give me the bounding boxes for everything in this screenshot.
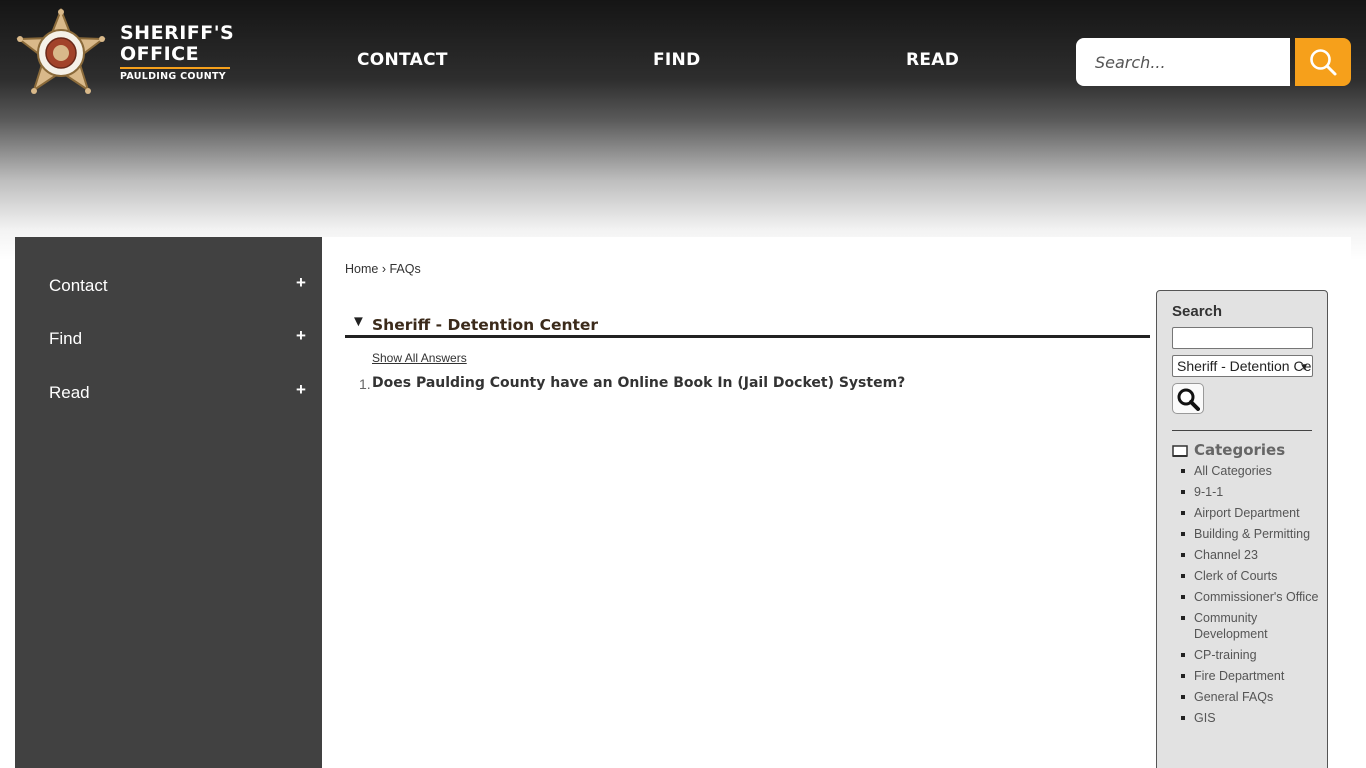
site-search-button[interactable] [1295, 38, 1351, 86]
category-select-value: Sheriff - Detention Center [1177, 358, 1312, 374]
nav-contact[interactable]: CONTACT [357, 50, 448, 70]
faq-question-number: 1. [359, 376, 371, 392]
faq-search-panel: Search Sheriff - Detention Center ▼ Cate… [1156, 290, 1328, 768]
book-icon [1172, 445, 1188, 457]
logo-line2: OFFICE [120, 43, 200, 65]
sidebar-item-contact[interactable]: Contact + [15, 267, 322, 307]
nav-find[interactable]: FIND [653, 50, 700, 70]
faq-section-header[interactable]: ▼ Sheriff - Detention Center [345, 313, 1150, 338]
panel-divider [1172, 430, 1312, 431]
logo-line1: SHERIFF'S [120, 22, 235, 44]
sidebar-item-label: Read [49, 383, 90, 402]
logo-divider [120, 67, 230, 69]
breadcrumb-home[interactable]: Home [345, 262, 378, 276]
categories-title: Categories [1194, 441, 1286, 459]
sidebar: Contact + Find + Read + [15, 237, 322, 768]
search-icon [1177, 388, 1200, 411]
faq-section-title[interactable]: Sheriff - Detention Center [372, 316, 598, 334]
show-all-answers-link[interactable]: Show All Answers [372, 351, 467, 365]
expand-icon[interactable]: + [296, 273, 306, 293]
panel-search-label: Search [1172, 303, 1223, 320]
category-link[interactable]: Community Development [1181, 610, 1321, 642]
category-link[interactable]: General FAQs [1181, 689, 1321, 705]
category-link[interactable]: 9-1-1 [1181, 484, 1321, 500]
category-link[interactable]: GIS [1181, 710, 1321, 726]
breadcrumb-current: FAQs [389, 262, 421, 276]
sheriff-star-badge-icon [16, 8, 106, 94]
category-select[interactable]: Sheriff - Detention Center ▼ [1172, 355, 1313, 377]
category-link[interactable]: Building & Permitting [1181, 526, 1321, 542]
category-link[interactable]: Airport Department [1181, 505, 1321, 521]
expand-icon[interactable]: + [296, 326, 306, 346]
site-search-input[interactable] [1076, 38, 1290, 86]
sidebar-item-label: Find [49, 329, 83, 348]
sidebar-item-label: Contact [49, 276, 108, 295]
category-link[interactable]: Commissioner's Office [1181, 589, 1321, 605]
search-icon [1310, 49, 1337, 76]
expand-icon[interactable]: + [296, 380, 306, 400]
category-list: All Categories 9-1-1 Airport Department … [1181, 463, 1321, 731]
category-link[interactable]: Channel 23 [1181, 547, 1321, 563]
faq-search-button[interactable] [1172, 383, 1204, 414]
collapse-arrow-icon[interactable]: ▼ [351, 313, 366, 330]
logo-subtitle: PAULDING COUNTY [120, 71, 226, 82]
sidebar-item-read[interactable]: Read + [15, 374, 322, 414]
chevron-down-icon: ▼ [1299, 362, 1309, 373]
sidebar-item-find[interactable]: Find + [15, 320, 322, 360]
breadcrumb: Home › FAQs [345, 262, 421, 276]
category-link[interactable]: Fire Department [1181, 668, 1321, 684]
category-link[interactable]: CP-training [1181, 647, 1321, 663]
breadcrumb-separator: › [381, 262, 386, 276]
faq-search-input[interactable] [1172, 327, 1313, 349]
header-hero: SHERIFF'S OFFICE PAULDING COUNTY CONTACT… [0, 0, 1366, 260]
nav-read[interactable]: READ [906, 50, 959, 70]
faq-question-link[interactable]: Does Paulding County have an Online Book… [372, 375, 905, 391]
sheriff-logo[interactable]: SHERIFF'S OFFICE PAULDING COUNTY [16, 8, 236, 96]
category-link[interactable]: All Categories [1181, 463, 1321, 479]
category-link[interactable]: Clerk of Courts [1181, 568, 1321, 584]
logo-text: SHERIFF'S OFFICE PAULDING COUNTY [120, 23, 234, 82]
